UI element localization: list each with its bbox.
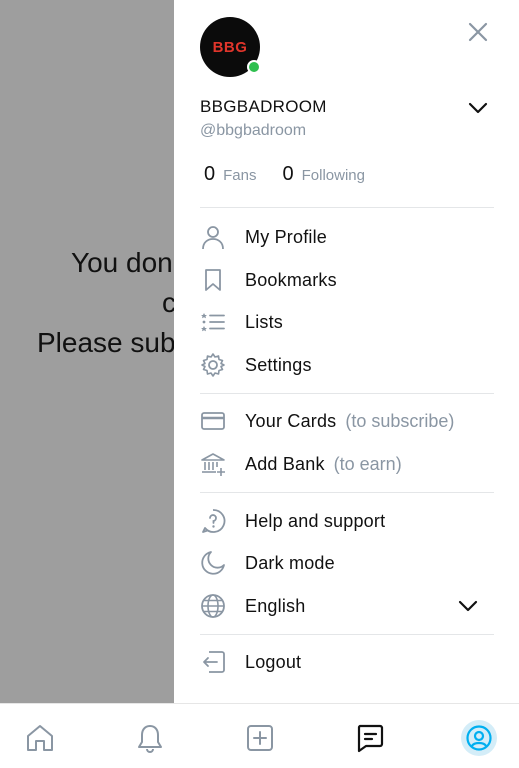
menu-sublabel: (to subscribe) xyxy=(345,410,455,431)
menu-item-your-cards[interactable]: Your Cards (to subscribe) xyxy=(200,403,494,439)
home-icon xyxy=(27,725,53,751)
avatar-text: BBG xyxy=(212,38,248,56)
fans-count: 0 xyxy=(204,163,216,185)
help-icon xyxy=(200,508,226,534)
message-icon xyxy=(357,724,384,753)
profile-stats: 0 Fans 0 Following xyxy=(204,163,391,186)
menu-item-logout[interactable]: Logout xyxy=(200,644,494,680)
gear-icon xyxy=(200,352,226,378)
close-button[interactable] xyxy=(464,18,492,46)
moon-icon xyxy=(200,550,226,576)
background-message-line-3: Please sub xyxy=(37,327,176,358)
menu-label: Your Cards xyxy=(245,410,337,431)
menu-label: Lists xyxy=(245,311,284,332)
menu-item-language[interactable]: English xyxy=(200,588,494,624)
menu-label: Logout xyxy=(245,651,302,672)
divider xyxy=(200,207,494,208)
menu-item-lists[interactable]: Lists xyxy=(200,304,494,340)
menu-label: Bookmarks xyxy=(245,269,337,290)
menu-item-help-and-support[interactable]: Help and support xyxy=(200,503,494,539)
side-drawer: BBG BBGBADROOM @bbgbadroom 0 Fans 0 Foll… xyxy=(174,0,519,703)
bank-icon xyxy=(200,451,226,477)
avatar[interactable]: BBG xyxy=(200,17,261,77)
menu-label: My Profile xyxy=(245,226,328,247)
menu-label: Dark mode xyxy=(245,552,335,573)
display-name: BBGBADROOM xyxy=(200,97,327,116)
tab-new-post[interactable] xyxy=(242,720,278,756)
menu-item-dark-mode[interactable]: Dark mode xyxy=(200,545,494,581)
online-status-dot xyxy=(247,60,261,74)
background-message-line-1: You don xyxy=(71,247,173,278)
menu-item-my-profile[interactable]: My Profile xyxy=(200,219,494,255)
menu-sublabel: (to earn) xyxy=(333,453,402,474)
divider xyxy=(200,634,494,635)
menu-item-add-bank[interactable]: Add Bank (to earn) xyxy=(200,446,494,482)
close-icon xyxy=(468,22,488,42)
list-icon xyxy=(200,309,226,335)
profile-icon xyxy=(466,725,492,751)
chevron-down-icon xyxy=(458,600,478,612)
tab-home[interactable] xyxy=(22,720,58,756)
menu-label: English xyxy=(245,595,306,616)
user-icon xyxy=(200,224,226,250)
menu-label: Help and support xyxy=(245,510,386,531)
plus-square-icon xyxy=(247,725,273,751)
bookmark-icon xyxy=(200,267,226,293)
following-count: 0 xyxy=(282,163,294,185)
tab-profile[interactable] xyxy=(461,720,497,756)
tab-messages[interactable] xyxy=(352,720,388,756)
bottom-tab-bar xyxy=(0,703,519,768)
menu-label: Settings xyxy=(245,354,312,375)
divider xyxy=(200,393,494,394)
credit-card-icon xyxy=(200,408,226,434)
logout-icon xyxy=(200,649,226,675)
divider xyxy=(200,492,494,493)
bell-icon xyxy=(138,725,162,753)
fans-label[interactable]: Fans xyxy=(223,167,256,184)
globe-icon xyxy=(200,593,226,619)
tab-notifications[interactable] xyxy=(132,720,168,756)
username: @bbgbadroom xyxy=(200,122,307,139)
account-switch-chevron-down-icon[interactable] xyxy=(466,96,490,120)
menu-item-bookmarks[interactable]: Bookmarks xyxy=(200,262,494,298)
menu-label: Add Bank xyxy=(245,453,325,474)
following-label[interactable]: Following xyxy=(302,167,365,184)
menu-item-settings[interactable]: Settings xyxy=(200,347,494,383)
